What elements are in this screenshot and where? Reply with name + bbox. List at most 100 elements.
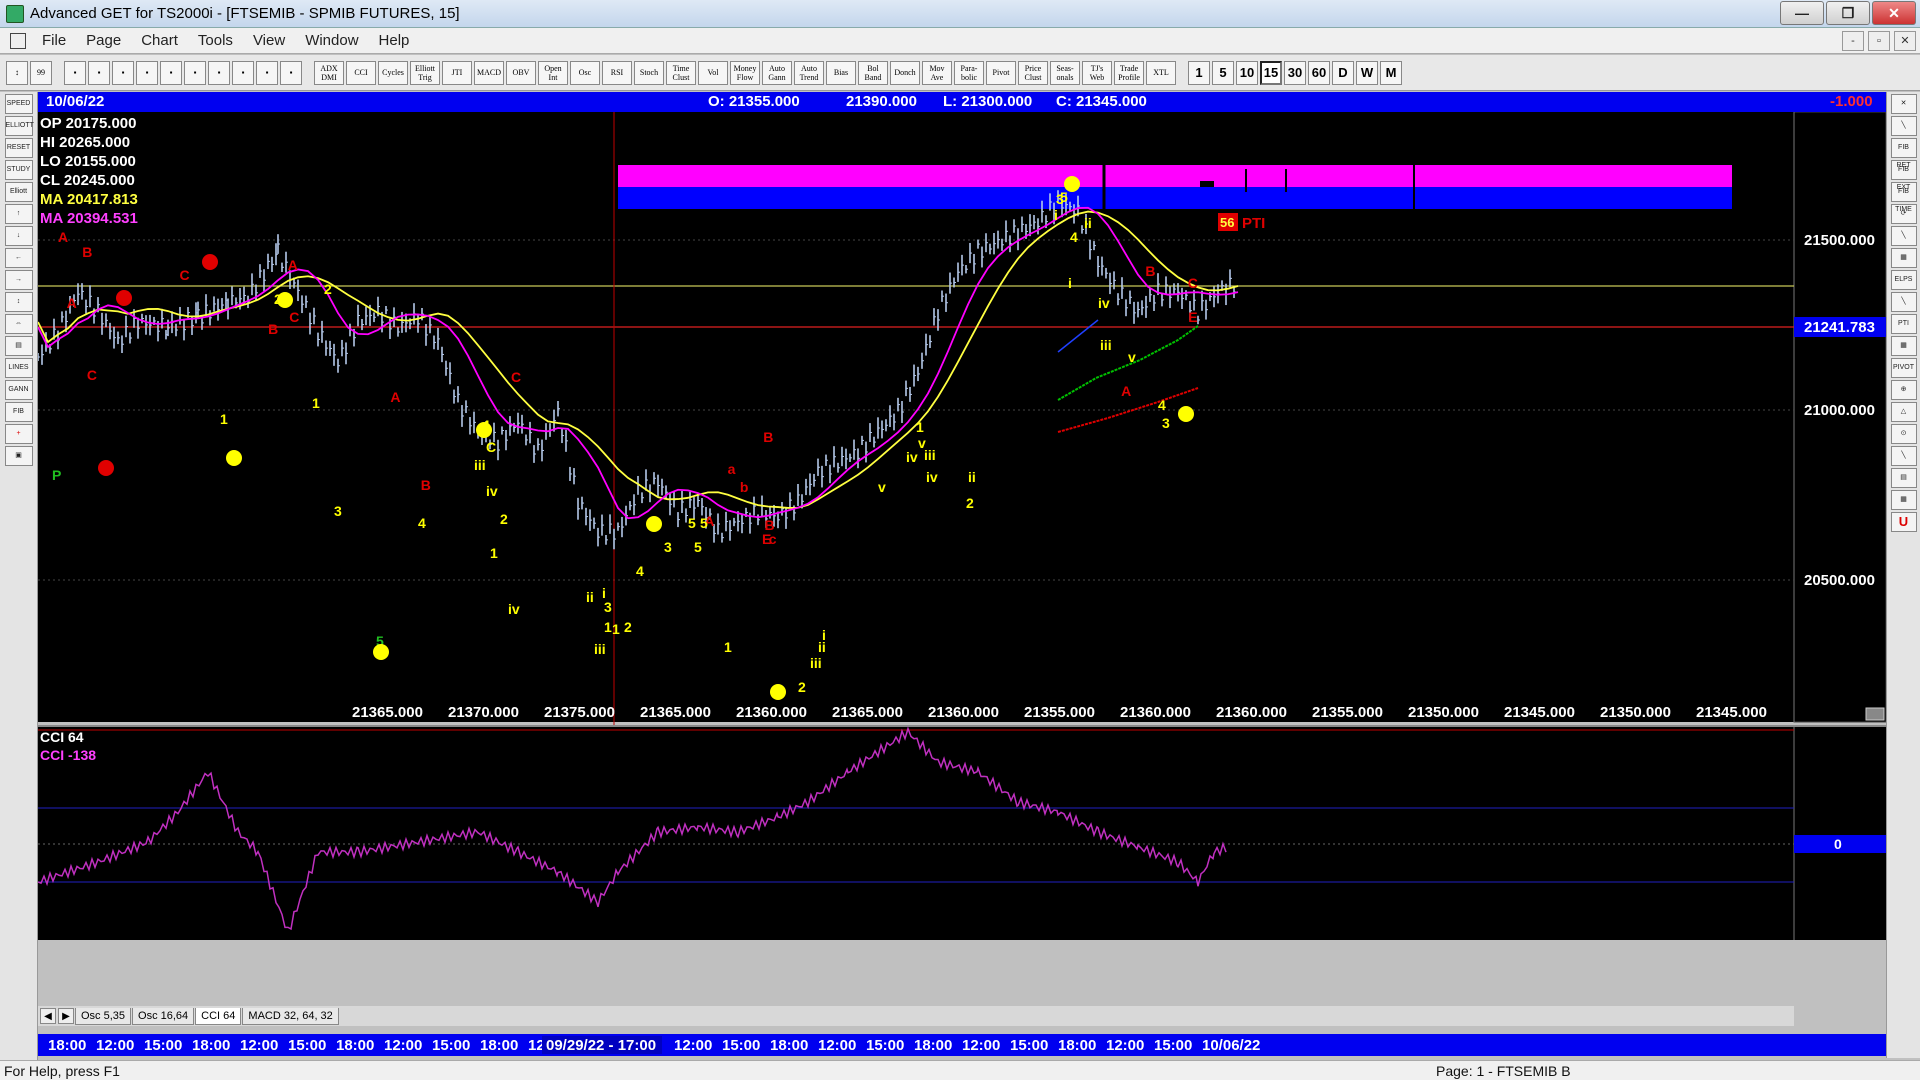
study-button-4[interactable]: JTI: [442, 60, 472, 85]
study-button-20[interactable]: Para-bolic: [954, 60, 984, 85]
interval-button-D[interactable]: D: [1332, 60, 1354, 85]
study-button-18[interactable]: Donch: [890, 60, 920, 85]
document-icon[interactable]: [10, 32, 26, 49]
study-button-2[interactable]: Cycles: [378, 60, 408, 85]
study-button-14[interactable]: Auto Gann: [762, 60, 792, 85]
right-tool-8[interactable]: ELPS: [1890, 270, 1917, 290]
study-button-25[interactable]: Trade Profile: [1114, 60, 1144, 85]
menu-page[interactable]: Page: [76, 32, 131, 49]
tab-scroll-right-icon[interactable]: ▶: [58, 1008, 74, 1024]
right-tool-0[interactable]: ✕: [1890, 94, 1917, 114]
pointer-icon[interactable]: ↕: [6, 60, 28, 85]
study-button-23[interactable]: Seas-onals: [1050, 60, 1080, 85]
study-button-7[interactable]: Open Int: [538, 60, 568, 85]
mdi-restore-button[interactable]: ▫: [1868, 30, 1890, 51]
study-button-21[interactable]: Pivot: [986, 60, 1016, 85]
left-tool-7[interactable]: ←: [4, 248, 33, 268]
left-tool-13[interactable]: GANN: [4, 380, 33, 400]
open-icon[interactable]: ▪: [88, 60, 110, 85]
right-tool-4[interactable]: FIB TIME: [1890, 182, 1917, 213]
forward-icon[interactable]: ▪: [136, 60, 158, 85]
interval-button-5[interactable]: 5: [1212, 60, 1234, 85]
zoom-icon[interactable]: ▪: [208, 60, 230, 85]
study-button-3[interactable]: Elliott Trig: [410, 60, 440, 85]
interval-button-W[interactable]: W: [1356, 60, 1378, 85]
maximize-button[interactable]: ❐: [1826, 1, 1870, 25]
interval-button-15[interactable]: 15: [1260, 60, 1282, 85]
interval-button-30[interactable]: 30: [1284, 60, 1306, 85]
interval-button-60[interactable]: 60: [1308, 60, 1330, 85]
study-button-26[interactable]: XTL: [1146, 60, 1176, 85]
left-tool-6[interactable]: ↓: [4, 226, 33, 246]
study-button-0[interactable]: ADX DMI: [314, 60, 344, 85]
minimize-button[interactable]: —: [1780, 1, 1824, 25]
close-button[interactable]: ✕: [1872, 1, 1916, 25]
chart-area[interactable]: ABACCCABABCBabABcABCEE21214Ciiiiv2134354…: [38, 112, 1886, 1034]
right-tool-19[interactable]: U: [1890, 512, 1917, 532]
left-tool-2[interactable]: RESET: [4, 138, 33, 158]
menu-chart[interactable]: Chart: [131, 32, 188, 49]
right-tool-13[interactable]: ⊕: [1890, 380, 1917, 400]
study-button-6[interactable]: OBV: [506, 60, 536, 85]
mdi-close-button[interactable]: ✕: [1894, 30, 1916, 51]
grid-icon[interactable]: ▪: [184, 60, 206, 85]
context-help-icon[interactable]: ▪: [280, 60, 302, 85]
left-tool-15[interactable]: +: [4, 424, 33, 444]
left-tool-16[interactable]: ▣: [4, 446, 33, 466]
study-button-22[interactable]: Price Clust: [1018, 60, 1048, 85]
menu-view[interactable]: View: [243, 32, 295, 49]
right-tool-15[interactable]: ⊙: [1890, 424, 1917, 444]
right-tool-18[interactable]: ▦: [1890, 490, 1917, 510]
right-tool-14[interactable]: △: [1890, 402, 1917, 422]
tab-osc-5-35[interactable]: Osc 5,35: [75, 1007, 132, 1025]
menu-file[interactable]: File: [32, 32, 76, 49]
study-button-15[interactable]: Auto Trend: [794, 60, 824, 85]
menu-help[interactable]: Help: [369, 32, 420, 49]
left-tool-8[interactable]: →: [4, 270, 33, 290]
tab-macd[interactable]: MACD 32, 64, 32: [242, 1007, 339, 1025]
study-button-19[interactable]: Mov Ave: [922, 60, 952, 85]
tab-scroll-left-icon[interactable]: ◀: [40, 1008, 56, 1024]
tab-cci-64[interactable]: CCI 64: [195, 1007, 242, 1025]
study-button-1[interactable]: CCI: [346, 60, 376, 85]
left-tool-9[interactable]: ↕: [4, 292, 33, 312]
new-icon[interactable]: ▪: [64, 60, 86, 85]
study-button-16[interactable]: Bias: [826, 60, 856, 85]
study-button-8[interactable]: Osc: [570, 60, 600, 85]
study-button-13[interactable]: Money Flow: [730, 60, 760, 85]
study-button-5[interactable]: MACD: [474, 60, 504, 85]
left-tool-12[interactable]: LINES: [4, 358, 33, 378]
scroll-corner-icon[interactable]: [1865, 707, 1885, 721]
interval-button-M[interactable]: M: [1380, 60, 1402, 85]
right-tool-6[interactable]: ╲: [1890, 226, 1917, 246]
right-tool-3[interactable]: FIB EXT: [1890, 160, 1917, 191]
right-tool-9[interactable]: ╲: [1890, 292, 1917, 312]
left-tool-11[interactable]: ▤: [4, 336, 33, 356]
right-tool-12[interactable]: PIVOT: [1890, 358, 1917, 378]
menu-window[interactable]: Window: [295, 32, 368, 49]
study-button-9[interactable]: RSI: [602, 60, 632, 85]
interval-button-10[interactable]: 10: [1236, 60, 1258, 85]
study-button-10[interactable]: Stoch: [634, 60, 664, 85]
study-button-17[interactable]: Bol Band: [858, 60, 888, 85]
left-tool-14[interactable]: FIB: [4, 402, 33, 422]
right-tool-17[interactable]: ▤: [1890, 468, 1917, 488]
tab-osc-16-64[interactable]: Osc 16,64: [132, 1007, 195, 1025]
right-tool-7[interactable]: ▦: [1890, 248, 1917, 268]
left-tool-3[interactable]: STUDY: [4, 160, 33, 180]
back-icon[interactable]: ▪: [112, 60, 134, 85]
left-tool-1[interactable]: ELLIOTT: [4, 116, 34, 136]
right-tool-16[interactable]: ╲: [1890, 446, 1917, 466]
right-tool-2[interactable]: FIB RET: [1890, 138, 1917, 169]
print-icon[interactable]: ▪: [232, 60, 254, 85]
interval-button-1[interactable]: 1: [1188, 60, 1210, 85]
refresh-icon[interactable]: ▪: [160, 60, 182, 85]
right-tool-10[interactable]: PTI: [1890, 314, 1917, 334]
study-button-24[interactable]: TJ's Web: [1082, 60, 1112, 85]
right-tool-11[interactable]: ▦: [1890, 336, 1917, 356]
left-tool-0[interactable]: SPEED: [4, 94, 33, 114]
left-tool-4[interactable]: Elliott: [4, 182, 33, 202]
right-tool-1[interactable]: ╲: [1890, 116, 1917, 136]
study-button-11[interactable]: Time Clust: [666, 60, 696, 85]
menu-tools[interactable]: Tools: [188, 32, 243, 49]
